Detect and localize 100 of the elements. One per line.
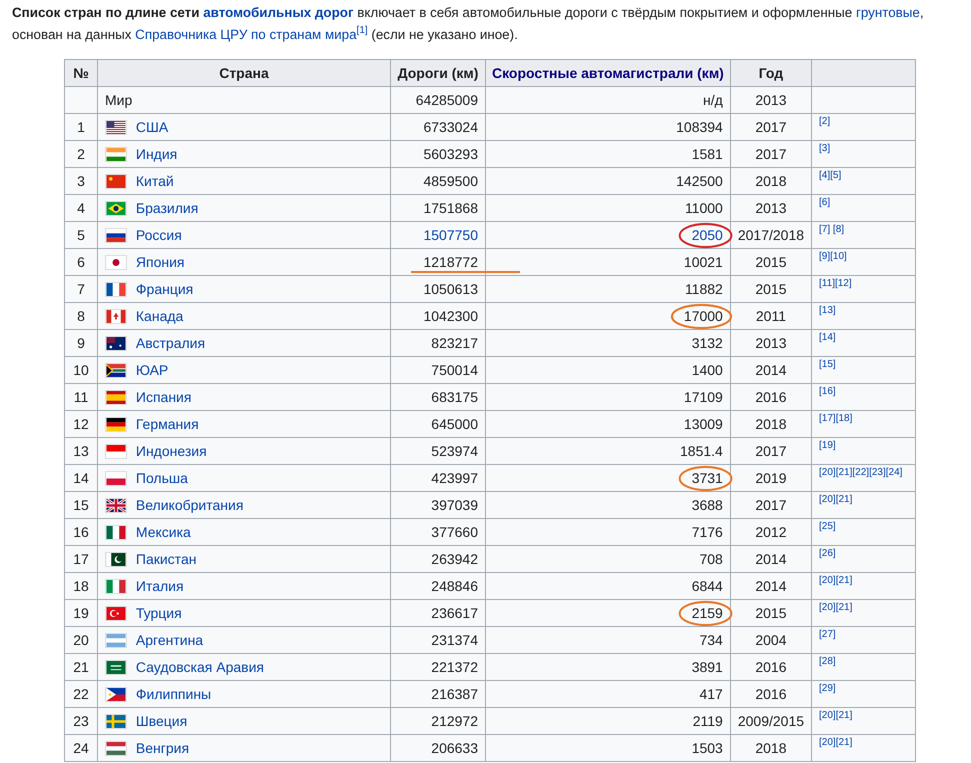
country-link[interactable]: Япония bbox=[136, 254, 185, 270]
country-link[interactable]: Филиппины bbox=[136, 686, 212, 702]
table-cell: 2013 bbox=[755, 92, 787, 108]
flag-icon bbox=[105, 606, 127, 621]
table-cell: 2018 bbox=[755, 173, 787, 189]
footnote-link[interactable]: [3] bbox=[819, 143, 830, 154]
table-cell: 2119 bbox=[692, 713, 723, 729]
table-cell: 2009/2015 bbox=[738, 713, 804, 729]
footnote-link[interactable]: [9][10] bbox=[819, 251, 847, 262]
country-link[interactable]: Венгрия bbox=[136, 740, 190, 756]
footnote-link[interactable]: [27] bbox=[819, 629, 836, 640]
table-cell: 1050613 bbox=[423, 281, 478, 297]
country-link[interactable]: Польша bbox=[136, 470, 188, 486]
country-link[interactable]: Индонезия bbox=[136, 443, 207, 459]
table-cell: 221372 bbox=[431, 659, 478, 675]
footnote-link[interactable]: [11][12] bbox=[819, 278, 852, 289]
country-link[interactable]: Италия bbox=[136, 578, 184, 594]
footnote-link[interactable]: [2] bbox=[819, 116, 830, 127]
country-link[interactable]: Аргентина bbox=[136, 632, 204, 648]
country-link[interactable]: Канада bbox=[136, 308, 184, 324]
table-cell: 417 bbox=[699, 686, 723, 702]
table-cell: 2013 bbox=[755, 200, 787, 216]
flag-icon bbox=[105, 282, 127, 297]
flag-icon bbox=[105, 552, 127, 567]
table-cell: 10021 bbox=[684, 254, 723, 270]
country-link[interactable]: Бразилия bbox=[136, 200, 198, 216]
footnote-link[interactable]: [20][21] bbox=[819, 575, 852, 586]
table-cell: 64285009 bbox=[416, 92, 478, 108]
row-number: 21 bbox=[73, 659, 89, 675]
country-link[interactable]: Россия bbox=[136, 227, 182, 243]
country-link[interactable]: Индия bbox=[136, 146, 178, 162]
table-cell: 2018 bbox=[755, 740, 787, 756]
country-link[interactable]: США bbox=[136, 119, 168, 135]
footnote-link[interactable]: [28] bbox=[819, 656, 836, 667]
footnote-link[interactable]: [20][21] bbox=[819, 710, 852, 721]
footnote-link[interactable]: [17][18] bbox=[819, 413, 852, 424]
country-link[interactable]: Австралия bbox=[136, 335, 206, 351]
flag-icon bbox=[105, 363, 127, 378]
flag-icon bbox=[105, 579, 127, 594]
footnote-link[interactable]: [26] bbox=[819, 548, 836, 559]
footnote-link[interactable]: [19] bbox=[819, 440, 836, 451]
country-link[interactable]: ЮАР bbox=[136, 362, 168, 378]
row-number: 1 bbox=[77, 119, 85, 135]
country-link[interactable]: Швеция bbox=[136, 713, 188, 729]
footnote-link[interactable]: [16] bbox=[819, 386, 836, 397]
table-cell: 2017 bbox=[755, 146, 787, 162]
country-link[interactable]: Турция bbox=[136, 605, 182, 621]
text-link[interactable]: грунтовые bbox=[856, 5, 920, 20]
table-cell: 7176 bbox=[692, 524, 723, 540]
flag-icon bbox=[105, 228, 127, 243]
row-number: 14 bbox=[73, 470, 89, 486]
table-cell: 1503 bbox=[692, 740, 723, 756]
table-cell: 2017 bbox=[755, 497, 787, 513]
footnote-link[interactable]: [25] bbox=[819, 521, 836, 532]
text-link[interactable]: Справочника ЦРУ по странам мира bbox=[135, 27, 357, 42]
row-number: 11 bbox=[74, 389, 88, 405]
table-cell: 1581 bbox=[692, 146, 723, 162]
footnote-link[interactable]: [4][5] bbox=[819, 170, 842, 181]
footnote-link[interactable]: [15] bbox=[819, 359, 836, 370]
footnote-link[interactable]: [20][21] bbox=[819, 494, 852, 505]
footnote-link[interactable]: [20][21] bbox=[819, 602, 852, 613]
footnote-link[interactable]: [29] bbox=[819, 683, 836, 694]
table-cell: 3731 bbox=[692, 470, 723, 486]
table-cell: 1851.4 bbox=[680, 443, 723, 459]
table-cell: 2017 bbox=[755, 119, 787, 135]
country-link[interactable]: Франция bbox=[136, 281, 194, 297]
row-number: 17 bbox=[73, 551, 89, 567]
country-link[interactable]: Пакистан bbox=[136, 551, 196, 567]
country-link[interactable]: Германия bbox=[136, 416, 199, 432]
table-cell: 13009 bbox=[684, 416, 723, 432]
country-link[interactable]: Мексика bbox=[136, 524, 191, 540]
footnote-link[interactable]: [1] bbox=[356, 25, 368, 36]
table-cell: Мир bbox=[105, 92, 132, 108]
column-header-link[interactable]: Скоростные автомагистрали (км) bbox=[486, 60, 730, 86]
footnote-link[interactable]: [20][21] bbox=[819, 737, 852, 748]
flag-icon bbox=[105, 444, 127, 459]
footnote-link[interactable]: [14] bbox=[819, 332, 836, 343]
table-cell: 206633 bbox=[431, 740, 478, 756]
footnote-link[interactable]: [13] bbox=[819, 305, 836, 316]
table-cell: 2017/2018 bbox=[738, 227, 804, 243]
table-cell: 1042300 bbox=[423, 308, 478, 324]
intro-paragraph: Список стран по длине сети автомобильных дорог включает в себя автомобильные дороги с твёрдым покрытием и оформленные грунтовые, основан на данных Справочника ЦРУ по странам мира$^{[1]}$ (если не указано иное). bbox=[12, 4, 925, 44]
row-number: 2 bbox=[77, 146, 85, 162]
footnote-link[interactable]: [6] bbox=[819, 197, 830, 208]
row-number: 6 bbox=[77, 254, 85, 270]
country-link[interactable]: Китай bbox=[136, 173, 174, 189]
column-header: Страна bbox=[98, 60, 390, 86]
table-cell: 523974 bbox=[431, 443, 478, 459]
row-number: 10 bbox=[73, 362, 89, 378]
flag-icon bbox=[105, 201, 127, 216]
table-cell: 1400 bbox=[692, 362, 723, 378]
flag-icon bbox=[105, 390, 127, 405]
text-link[interactable]: автомобильных дорог bbox=[203, 5, 354, 20]
table-cell: 2018 bbox=[755, 416, 787, 432]
footnote-link[interactable]: [7] [8] bbox=[819, 224, 844, 235]
row-number: 8 bbox=[77, 308, 85, 324]
country-link[interactable]: Испания bbox=[136, 389, 192, 405]
column-header: Дороги (км) bbox=[390, 60, 486, 86]
table-cell: 4859500 bbox=[423, 173, 478, 189]
row-number: 18 bbox=[73, 578, 89, 594]
